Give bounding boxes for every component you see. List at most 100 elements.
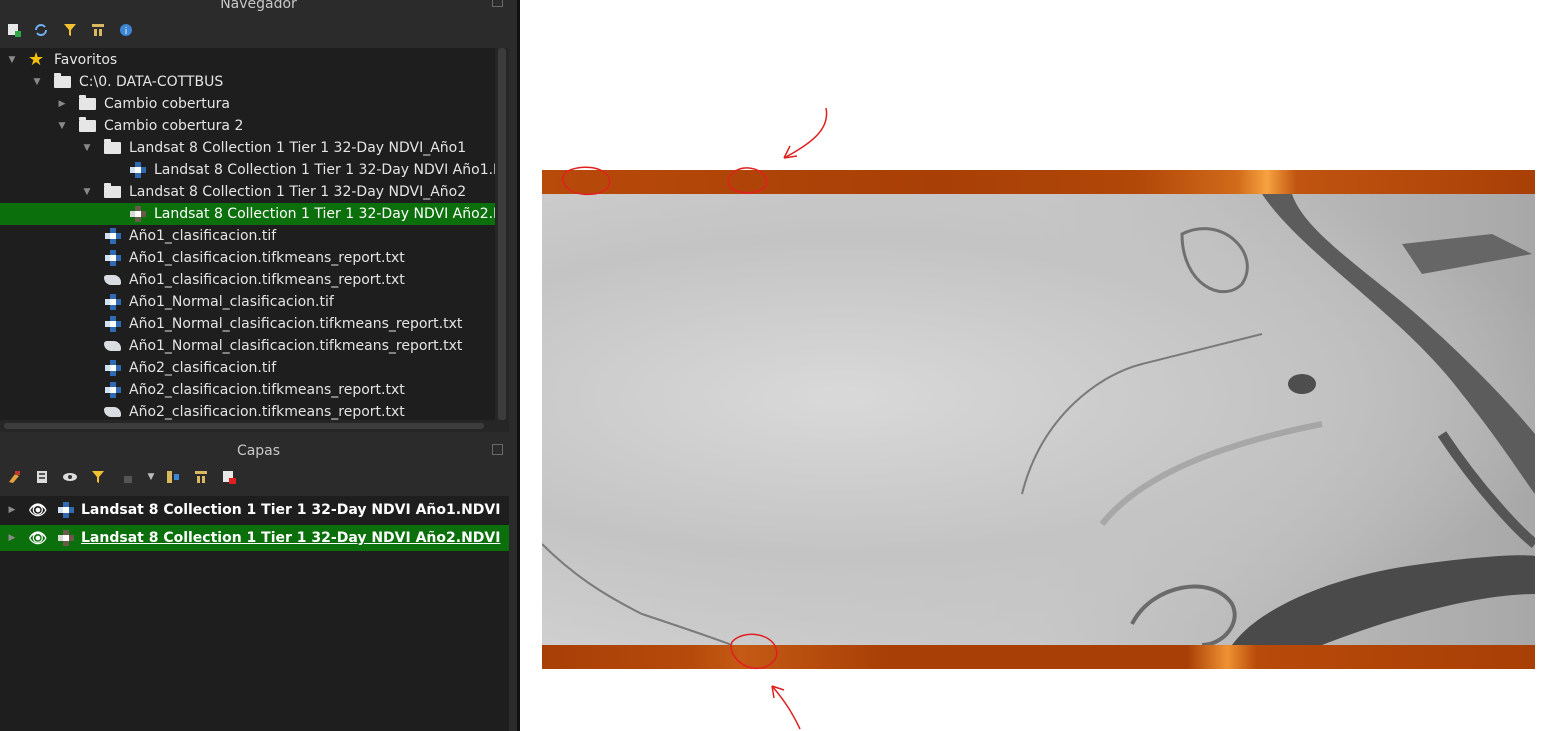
tree-item-label: Año2_clasificacion.tif [129,360,277,376]
layer-item[interactable]: ▶ 👁 Landsat 8 Collection 1 Tier 1 32-Day… [0,497,509,523]
raster-icon [105,250,123,266]
layers-title: Capas [236,443,281,459]
ndvi-overlap-band-top [542,170,1535,194]
folder-icon [104,139,122,156]
eye-icon[interactable]: 👁 [27,502,49,518]
expand-arrow-icon[interactable]: ▼ [82,181,92,203]
navigator-undock-button[interactable] [492,0,503,7]
vector-icon [104,404,122,420]
raster-icon [130,206,148,222]
layers-undock-button[interactable] [492,444,503,455]
add-group-icon[interactable] [34,469,50,485]
ndvi-overlap-band-bottom [542,645,1535,669]
left-dock: Navegador i ▼ ★ Favoritos ▼ C:\0. DATA-C… [0,0,517,731]
style-icon[interactable] [6,469,22,485]
visibility-icon[interactable] [62,469,78,485]
raster-icon [105,316,123,332]
navigator-toolbar: i [0,15,517,45]
tree-item-raster[interactable]: Año2_clasificacion.tif [0,357,495,379]
folder-icon [79,117,97,134]
tree-item-label: Año1_clasificacion.tifkmeans_report.txt [129,250,405,266]
raster-icon [105,382,123,398]
browser-tree[interactable]: ▼ ★ Favoritos ▼ C:\0. DATA-COTTBUS ▶ Cam… [0,48,509,420]
tree-item-label: Landsat 8 Collection 1 Tier 1 32-Day NDV… [154,206,509,222]
expand-all-icon[interactable] [165,469,181,485]
dock-splitter[interactable] [517,0,520,731]
expand-arrow-icon[interactable]: ▼ [57,115,67,137]
annotation-arrow [771,685,801,730]
tree-item-vector[interactable]: Año1_clasificacion.tifkmeans_report.txt [0,269,495,291]
layer-label: Landsat 8 Collection 1 Tier 1 32-Day NDV… [81,530,501,546]
tree-item-raster[interactable]: Año2_clasificacion.tifkmeans_report.txt [0,379,495,401]
raster-icon [105,294,123,310]
vector-icon [104,272,122,288]
expand-arrow-icon[interactable]: ▼ [7,49,17,71]
tree-item-raster-selected[interactable]: Landsat 8 Collection 1 Tier 1 32-Day NDV… [0,203,509,225]
folder-icon [79,95,97,112]
expand-arrow-icon[interactable]: ▼ [32,71,42,93]
vector-icon [104,338,122,354]
tree-item-label: Landsat 8 Collection 1 Tier 1 32-Day NDV… [129,184,467,200]
tree-item-folder[interactable]: ▼ Cambio cobertura 2 [0,115,495,137]
tree-item-label: C:\0. DATA-COTTBUS [79,74,224,90]
tree-item-folder[interactable]: ▼ C:\0. DATA-COTTBUS [0,71,495,93]
tree-item-label: Año1_Normal_clasificacion.tif [129,294,334,310]
dropdown-arrow-icon[interactable]: ▼ [143,469,159,485]
tree-item-label: Cambio cobertura 2 [104,118,244,134]
remove-icon[interactable] [221,469,237,485]
layer-label: Landsat 8 Collection 1 Tier 1 32-Day NDV… [81,502,501,518]
tree-item-vector[interactable]: Año2_clasificacion.tifkmeans_report.txt [0,401,495,420]
tree-item-label: Cambio cobertura [104,96,230,112]
scrollbar-thumb[interactable] [4,423,484,429]
tree-item-label: Año1_Normal_clasificacion.tifkmeans_repo… [129,338,463,354]
filter-icon[interactable] [90,469,106,485]
tree-item-label: Año2_clasificacion.tifkmeans_report.txt [129,382,405,398]
tree-item-label: Favoritos [54,52,118,68]
tree-item-label: Año1_Normal_clasificacion.tifkmeans_repo… [129,316,463,332]
star-icon: ★ [28,49,45,70]
refresh-icon[interactable] [33,22,49,38]
tree-item-label: Año1_clasificacion.tif [129,228,277,244]
tree-item-label: Landsat 8 Collection 1 Tier 1 32-Day NDV… [129,140,467,156]
collapsed-arrow-icon[interactable]: ▶ [57,93,67,115]
map-canvas[interactable] [542,170,1535,669]
add-layer-icon[interactable] [6,22,22,38]
tree-item-raster[interactable]: Landsat 8 Collection 1 Tier 1 32-Day NDV… [0,159,509,181]
collapsed-arrow-icon[interactable]: ▶ [7,525,17,551]
folder-icon [104,183,122,200]
navigator-title: Navegador [220,0,297,12]
tree-item-raster[interactable]: Año1_clasificacion.tifkmeans_report.txt [0,247,495,269]
raster-icon [58,502,76,518]
raster-icon [105,228,123,244]
tree-item-raster[interactable]: Año1_Normal_clasificacion.tif [0,291,495,313]
tree-item-raster[interactable]: Año1_clasificacion.tif [0,225,495,247]
tree-item-folder[interactable]: ▶ Cambio cobertura [0,93,495,115]
collapse-all-icon[interactable] [90,22,106,38]
raster-icon [58,530,76,546]
navigator-vertical-scrollbar[interactable] [495,48,509,420]
ndvi-raster-image [542,194,1535,645]
layers-tree[interactable]: ▶ 👁 Landsat 8 Collection 1 Tier 1 32-Day… [0,496,509,731]
folder-icon [54,73,72,90]
scrollbar-thumb[interactable] [498,48,506,420]
tree-item-label: Año2_clasificacion.tifkmeans_report.txt [129,404,405,420]
collapsed-arrow-icon[interactable]: ▶ [7,497,17,523]
raster-icon [130,162,148,178]
tree-item-label: Año1_clasificacion.tifkmeans_report.txt [129,272,405,288]
navigator-horizontal-scrollbar[interactable] [0,420,509,432]
tree-item-label: Landsat 8 Collection 1 Tier 1 32-Day NDV… [154,162,509,178]
tree-item-folder[interactable]: ▼ Landsat 8 Collection 1 Tier 1 32-Day N… [0,181,495,203]
expand-arrow-icon[interactable]: ▼ [82,137,92,159]
eye-icon[interactable]: 👁 [27,530,49,546]
raster-icon [105,360,123,376]
tree-item-folder[interactable]: ▼ Landsat 8 Collection 1 Tier 1 32-Day N… [0,137,495,159]
annotation-arrow [783,107,828,159]
collapse-all-icon[interactable] [193,469,209,485]
tree-item-raster[interactable]: Año1_Normal_clasificacion.tifkmeans_repo… [0,313,495,335]
remove-layer-icon[interactable] [120,469,136,485]
tree-item-favoritos[interactable]: ▼ ★ Favoritos [0,49,495,71]
layer-item-selected[interactable]: ▶ 👁 Landsat 8 Collection 1 Tier 1 32-Day… [0,525,509,551]
info-icon[interactable]: i [118,22,134,38]
tree-item-vector[interactable]: Año1_Normal_clasificacion.tifkmeans_repo… [0,335,495,357]
filter-icon[interactable] [62,22,78,38]
